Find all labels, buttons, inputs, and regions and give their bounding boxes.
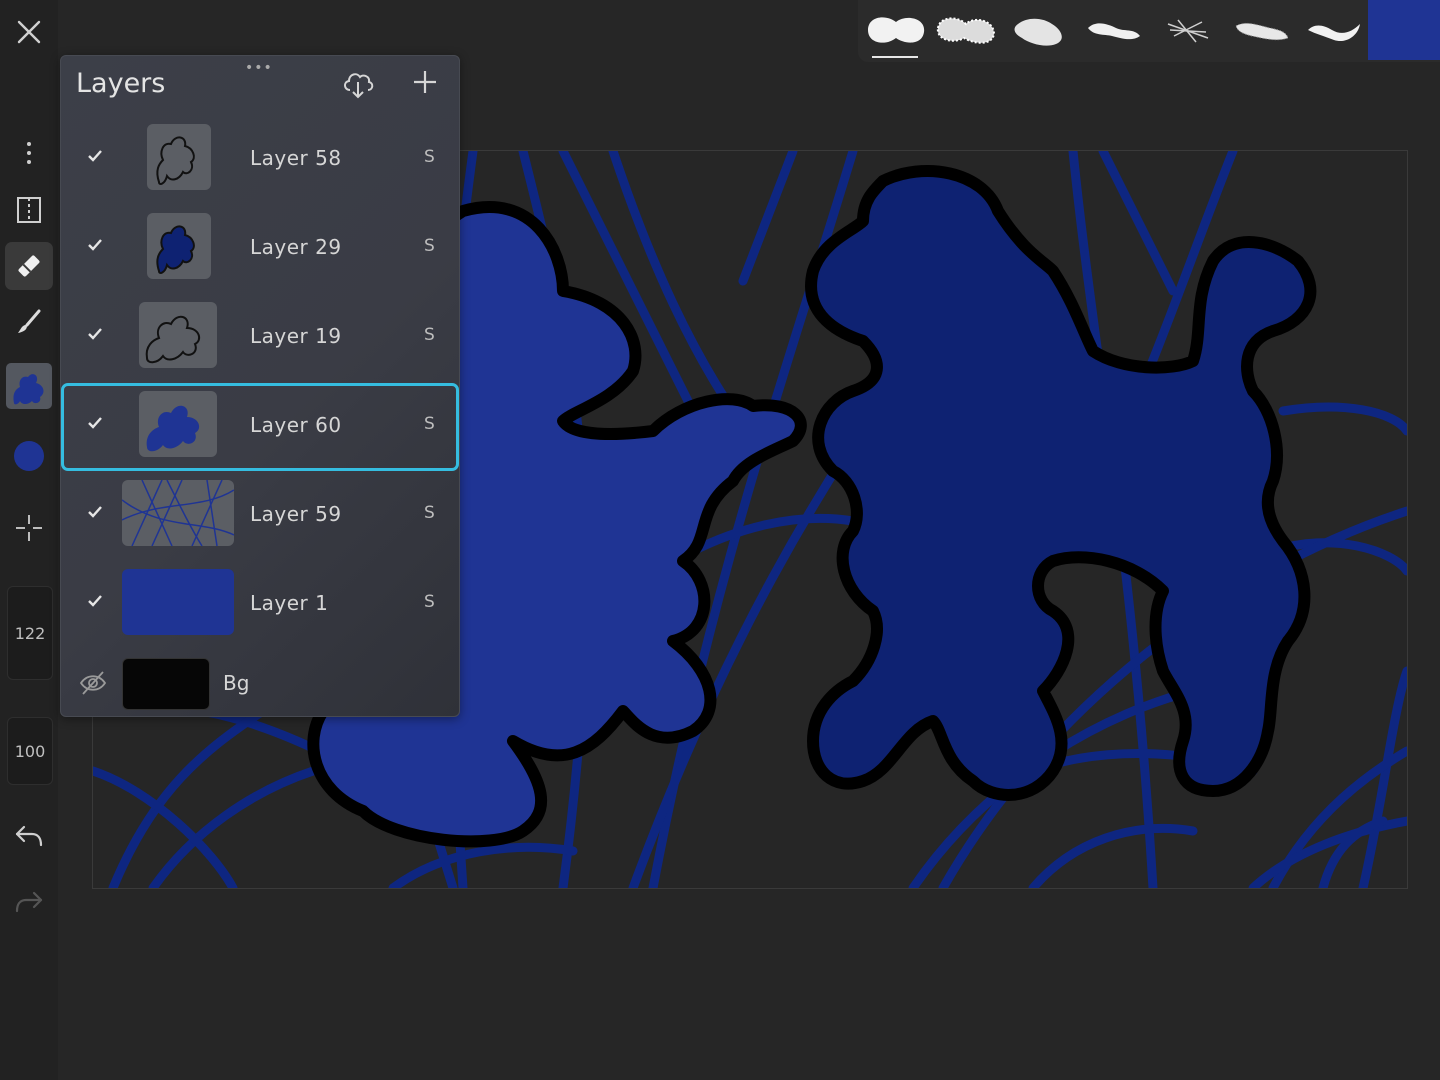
layer-name: Layer 19	[250, 324, 342, 348]
visibility-check-icon[interactable]	[87, 326, 103, 345]
layer-thumbnail	[139, 302, 217, 368]
brush-preset-5[interactable]	[1156, 10, 1220, 50]
undo-icon[interactable]	[5, 816, 53, 856]
blend-mode-label[interactable]: S	[424, 503, 435, 523]
layer-name: Layer 60	[250, 413, 342, 437]
brush-preset-4[interactable]	[1082, 10, 1146, 50]
layer-thumbnail	[122, 480, 234, 546]
layer-thumbnail	[122, 569, 234, 635]
brush-icon	[18, 309, 41, 333]
opacity-value: 100	[14, 741, 46, 761]
layer-name: Layer 29	[250, 235, 342, 259]
brush-preset-1[interactable]	[864, 10, 928, 58]
layer-row[interactable]: Layer 1 S	[61, 561, 459, 647]
brush-preset-3[interactable]	[1008, 10, 1072, 50]
blend-mode-label[interactable]: S	[424, 147, 435, 167]
layer-name: Layer 59	[250, 502, 342, 526]
opacity-slider[interactable]: 100	[7, 717, 53, 785]
brush-preset-7[interactable]	[1302, 10, 1366, 50]
transform-icon[interactable]	[5, 508, 53, 548]
brush-preset-6[interactable]	[1230, 10, 1294, 50]
panel-drag-handle[interactable]: •••	[245, 60, 273, 76]
blend-mode-label[interactable]: S	[424, 414, 435, 434]
layer-thumbnail	[147, 124, 211, 190]
eraser-tool-button[interactable]	[5, 242, 53, 290]
visibility-check-icon[interactable]	[87, 504, 103, 523]
more-options-icon[interactable]	[5, 135, 53, 171]
current-color-swatch[interactable]	[1368, 0, 1440, 60]
layer-row[interactable]: Layer 59 S	[61, 472, 459, 558]
brush-size-slider[interactable]: 122	[7, 586, 53, 680]
cloud-download-icon	[344, 73, 374, 99]
left-toolbar: 122 100	[0, 0, 58, 1080]
reference-icon[interactable]	[5, 190, 53, 230]
add-layer-button[interactable]	[411, 68, 439, 100]
panel-title: Layers	[76, 68, 166, 99]
layer-thumbnail	[147, 213, 211, 279]
cloud-import-button[interactable]	[341, 66, 375, 104]
visibility-check-icon[interactable]	[87, 593, 103, 612]
blend-mode-label[interactable]: S	[424, 592, 435, 612]
brush-size-value: 122	[14, 623, 46, 643]
brush-preset-2[interactable]	[934, 10, 998, 50]
color-dot[interactable]	[5, 434, 53, 478]
layer-thumbnail-button[interactable]	[5, 362, 53, 410]
layer-row[interactable]: Layer 19 S	[61, 294, 459, 380]
layer-name: Layer 1	[250, 591, 329, 615]
brush-library-bar	[858, 0, 1440, 62]
layer-row[interactable]: Layer 29 S	[61, 205, 459, 291]
plus-icon	[414, 71, 436, 93]
hidden-eye-icon[interactable]	[79, 670, 107, 700]
blend-mode-label[interactable]: S	[424, 236, 435, 256]
layer-row[interactable]: Layer 58 S	[61, 116, 459, 202]
close-icon[interactable]	[5, 12, 53, 52]
brush-tool-button[interactable]	[5, 300, 53, 344]
visibility-check-icon[interactable]	[87, 237, 103, 256]
redo-icon[interactable]	[5, 882, 53, 922]
layer-row-selected[interactable]: Layer 60 S	[61, 383, 459, 471]
layers-panel: ••• Layers Layer 58 S Layer 29 S Layer 1…	[60, 55, 460, 717]
layer-thumbnail	[139, 391, 217, 457]
blend-mode-label[interactable]: S	[424, 325, 435, 345]
background-layer-name: Bg	[223, 671, 250, 695]
eraser-icon	[18, 255, 40, 277]
background-color-thumbnail	[122, 658, 210, 710]
visibility-check-icon[interactable]	[87, 148, 103, 167]
visibility-check-icon[interactable]	[87, 415, 103, 434]
background-layer-row[interactable]: Bg	[61, 656, 459, 714]
layer-name: Layer 58	[250, 146, 342, 170]
